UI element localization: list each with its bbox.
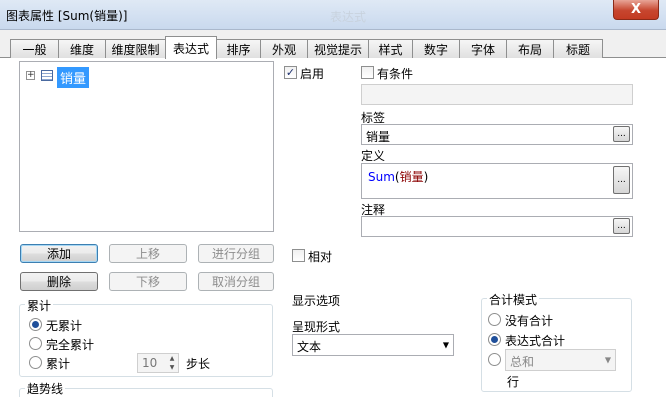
label-expression-button[interactable]: ... (613, 126, 630, 142)
chevron-down-icon: ▼ (442, 340, 449, 350)
no-total-radio[interactable] (488, 313, 501, 326)
chevron-down-icon: ▼ (604, 355, 611, 365)
relative-label: 相对 (308, 250, 333, 264)
window-title: 图表属性 [Sum(销量)] (6, 9, 128, 23)
steps-spinner[interactable]: ▲ ▼ (166, 354, 178, 372)
close-button[interactable]: X (613, 0, 659, 20)
comment-editor-button[interactable]: ... (613, 218, 630, 234)
sum-function-value: 总和 (510, 355, 535, 369)
enable-label: 启用 (300, 67, 325, 81)
tab-presentation[interactable]: 外观 (260, 39, 308, 58)
expression-tree[interactable]: + 销量 (19, 61, 274, 232)
tab-dimension-limits[interactable]: 维度限制 (105, 39, 166, 58)
check-icon: ✓ (285, 66, 296, 79)
move-up-button[interactable]: 上移 (109, 244, 187, 263)
tab-caption[interactable]: 标题 (553, 39, 603, 58)
table-icon (41, 70, 53, 81)
steps-label: 步长 (186, 357, 211, 371)
group-button[interactable]: 进行分组 (198, 244, 274, 263)
title-bar: 图表属性 [Sum(销量)] 表达式 X (0, 0, 666, 30)
tab-font[interactable]: 字体 (459, 39, 507, 58)
ungroup-button[interactable]: 取消分组 (198, 272, 274, 291)
spin-up-icon: ▲ (169, 355, 175, 362)
tab-style[interactable]: 样式 (368, 39, 413, 58)
spin-down-icon: ▼ (169, 364, 175, 371)
tab-general[interactable]: 一般 (10, 39, 59, 58)
representation-caption: 呈现形式 (292, 320, 341, 334)
ghost-title: 表达式 (330, 10, 367, 24)
trendline-title: 趋势线 (25, 380, 66, 397)
full-accumulation-label: 完全累计 (46, 338, 95, 352)
tab-number[interactable]: 数字 (412, 39, 460, 58)
definition-argument: 销量 (399, 170, 424, 184)
expand-icon[interactable]: + (26, 71, 35, 80)
definition-function: Sum (368, 170, 395, 184)
move-down-button[interactable]: 下移 (109, 272, 187, 291)
accumulate-label: 累计 (46, 357, 71, 371)
tree-item-sales[interactable]: 销量 (57, 67, 90, 88)
comment-input[interactable] (361, 216, 633, 237)
representation-select[interactable]: 文本 ▼ (292, 334, 454, 356)
relative-checkbox[interactable] (292, 249, 305, 262)
representation-value: 文本 (297, 340, 322, 354)
label-input-value: 销量 (366, 130, 391, 144)
no-accumulation-radio[interactable] (29, 318, 42, 331)
close-icon: X (630, 2, 642, 17)
label-input[interactable]: 销量 (361, 124, 633, 145)
conditional-label: 有条件 (377, 67, 414, 81)
tab-visual-cues[interactable]: 视觉提示 (307, 39, 369, 58)
definition-caption: 定义 (361, 149, 386, 163)
definition-input[interactable]: Sum(销量) (361, 163, 633, 199)
full-accumulation-radio[interactable] (29, 337, 42, 350)
no-accumulation-label: 无累计 (46, 319, 83, 333)
display-options-title: 显示选项 (292, 294, 341, 308)
sum-function-select[interactable]: 总和 ▼ (505, 349, 616, 371)
total-mode-title: 合计模式 (487, 291, 540, 308)
accumulate-radio[interactable] (29, 356, 42, 369)
accumulation-title: 累计 (25, 297, 54, 314)
add-button[interactable]: 添加 (20, 244, 98, 263)
tab-expressions[interactable]: 表达式 (165, 36, 217, 59)
delete-button[interactable]: 删除 (20, 272, 98, 291)
conditional-checkbox[interactable] (361, 66, 374, 79)
sum-of-rows-radio[interactable] (488, 353, 501, 366)
steps-value: 10 (142, 356, 158, 370)
condition-input[interactable] (361, 84, 633, 105)
tab-sort[interactable]: 排序 (216, 39, 261, 58)
no-total-label: 没有合计 (505, 314, 554, 328)
expression-total-label: 表达式合计 (505, 334, 566, 348)
tab-strip: 一般 维度 维度限制 表达式 排序 外观 视觉提示 样式 数字 字体 布局 标题 (0, 36, 666, 59)
definition-editor-button[interactable]: ... (613, 166, 630, 194)
tab-layout[interactable]: 布局 (506, 39, 554, 58)
expression-total-radio[interactable] (488, 333, 501, 346)
enable-checkbox[interactable]: ✓ (284, 66, 297, 79)
rows-label: 行 (507, 375, 520, 389)
tab-dimensions[interactable]: 维度 (58, 39, 106, 58)
